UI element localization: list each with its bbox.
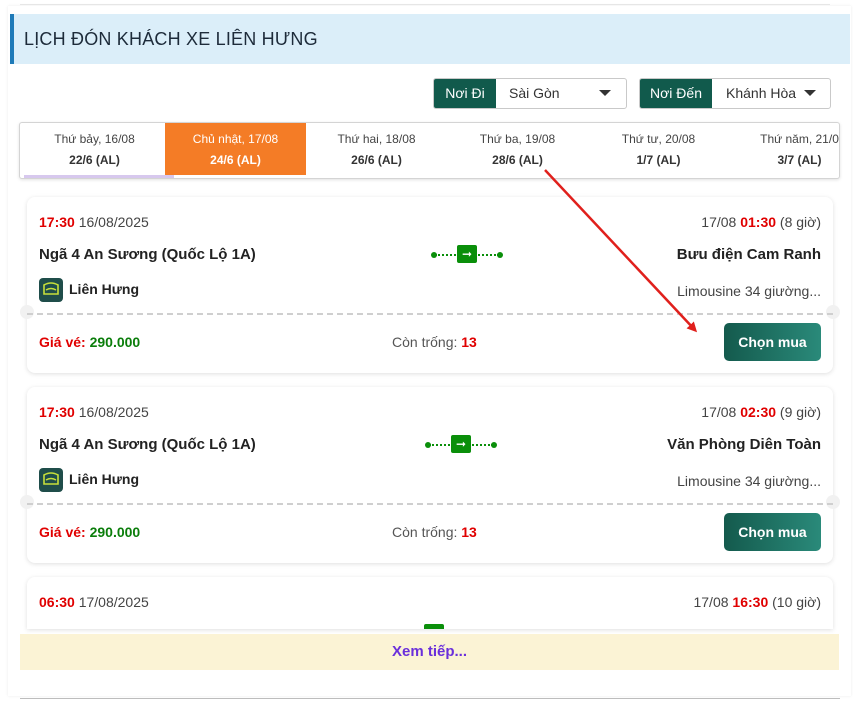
dropoff-point: Bưu điện Cam Ranh [676, 246, 821, 263]
date-tab[interactable]: Thứ hai, 18/08 26/6 (AL) [306, 123, 447, 175]
caret-down-icon [804, 90, 816, 96]
dropoff-point: Văn Phòng Diên Toàn [667, 436, 821, 453]
departure-time: 17:30 16/08/2025 [39, 404, 149, 420]
bus-route-icon: ➞ [425, 435, 497, 453]
trip-card: 17:30 16/08/2025 17/08 01:30 (8 giờ) Ngã… [20, 197, 840, 373]
buy-ticket-button[interactable]: Chọn mua [724, 323, 821, 361]
date-tab-day: Thứ ba, 19/08 [479, 132, 556, 146]
date-tab[interactable]: Thứ bảy, 16/08 22/6 (AL) [24, 123, 165, 175]
page-title: LỊCH ĐÓN KHÁCH XE LIÊN HƯNG [24, 29, 318, 49]
origin-value: Sài Gòn [509, 85, 560, 101]
date-tab-day: Thứ bảy, 16/08 [54, 132, 135, 146]
departure-time: 17:30 16/08/2025 [39, 214, 149, 230]
vehicle-type: Limousine 34 giường... [677, 473, 821, 489]
destination-value: Khánh Hòa [726, 85, 797, 101]
arrival-time: 17/08 02:30 (9 giờ) [701, 404, 821, 420]
ticket-notch [826, 495, 840, 509]
ticket-notch [826, 305, 840, 319]
bottom-divider [20, 698, 840, 699]
destination-tag: Nơi Đến [640, 79, 712, 108]
date-tab-lunar: 26/6 (AL) [351, 153, 402, 167]
operator-name: Liên Hưng [69, 281, 140, 297]
ticket-notch [20, 495, 34, 509]
trip-card: 06:30 17/08/2025 17/08 16:30 (10 giờ) [27, 577, 833, 629]
ticket-price: Giá vé: 290.000 [39, 524, 141, 540]
date-tab-day: Thứ năm, 21/0 [760, 132, 839, 146]
caret-down-icon [599, 90, 611, 96]
date-tab-day: Thứ tư, 20/08 [621, 132, 696, 146]
date-tab[interactable]: Thứ ba, 19/08 28/6 (AL) [447, 123, 588, 175]
pickup-point: Ngã 4 An Sương (Quốc Lộ 1A) [39, 246, 256, 263]
date-tab-day: Chủ nhật, 17/08 [192, 132, 279, 146]
vehicle-type: Limousine 34 giường... [677, 283, 821, 299]
schedule-header: LỊCH ĐÓN KHÁCH XE LIÊN HƯNG [10, 14, 850, 64]
pickup-point: Ngã 4 An Sương (Quốc Lộ 1A) [39, 436, 256, 453]
origin-tag: Nơi Đi [434, 79, 496, 108]
bus-route-icon: ➞ [431, 245, 503, 263]
trip-card: 17:30 16/08/2025 17/08 02:30 (9 giờ) Ngã… [20, 387, 840, 563]
buy-ticket-button[interactable]: Chọn mua [724, 513, 821, 551]
date-tab-lunar: 28/6 (AL) [492, 153, 543, 167]
ticket-notch [20, 305, 34, 319]
date-tabs: Thứ bảy, 16/08 22/6 (AL) Chủ nhật, 17/08… [19, 122, 840, 179]
date-tab[interactable]: Thứ tư, 20/08 1/7 (AL) [588, 123, 729, 175]
ticket-divider [27, 313, 833, 315]
operator-name: Liên Hưng [69, 471, 140, 487]
bus-route-icon [424, 624, 444, 629]
ticket-price: Giá vé: 290.000 [39, 334, 141, 350]
lien-hung-logo-icon [39, 468, 63, 492]
arrival-time: 17/08 16:30 (10 giờ) [693, 594, 821, 610]
date-tab-lunar: 3/7 (AL) [777, 153, 822, 167]
top-border [20, 4, 830, 5]
available-seats: Còn trống: 13 [392, 334, 477, 350]
origin-select[interactable]: Nơi Đi Sài Gòn [433, 78, 627, 109]
date-tab-lunar: 24/6 (AL) [210, 153, 261, 167]
arrival-time: 17/08 01:30 (8 giờ) [701, 214, 821, 230]
available-seats: Còn trống: 13 [392, 524, 477, 540]
load-more-button[interactable]: Xem tiếp... [20, 634, 839, 670]
date-tab-active[interactable]: Chủ nhật, 17/08 24/6 (AL) [165, 123, 306, 175]
date-tab-lunar: 1/7 (AL) [636, 153, 681, 167]
date-tab-day: Thứ hai, 18/08 [337, 132, 416, 146]
date-tab[interactable]: Thứ năm, 21/0 3/7 (AL) [729, 123, 839, 175]
ticket-divider [27, 503, 833, 505]
lien-hung-logo-icon [39, 278, 63, 302]
date-tabs-scrollbar[interactable] [24, 175, 174, 178]
departure-time: 06:30 17/08/2025 [39, 594, 149, 610]
destination-select[interactable]: Nơi Đến Khánh Hòa [639, 78, 831, 109]
date-tab-lunar: 22/6 (AL) [69, 153, 120, 167]
